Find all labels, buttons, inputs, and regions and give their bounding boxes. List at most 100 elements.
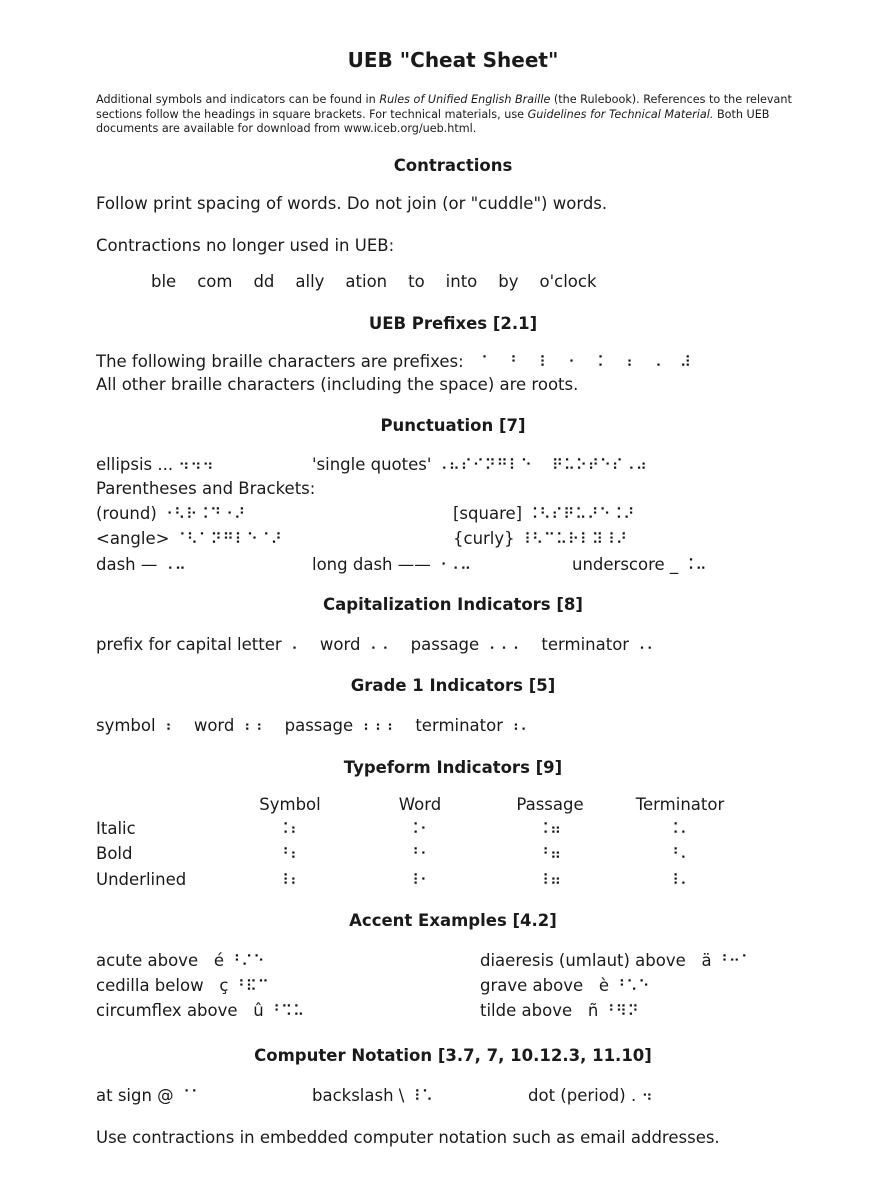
typeform-cell: ⠘⠶	[538, 845, 562, 863]
accent-braille: ⠘⠒⠁	[716, 952, 753, 970]
typeform-row-label: Italic	[96, 819, 136, 838]
grade1-heading: Grade 1 Indicators [5]	[350, 676, 556, 695]
typeform-heading: Typeform Indicators [9]	[343, 758, 563, 777]
cap-terminator-label: terminator	[541, 635, 630, 654]
g1-word-braille: ⠰⠰	[239, 717, 264, 735]
typeform-cell: ⠨⠶	[538, 820, 562, 838]
intro-paragraph: Additional symbols and indicators can be…	[96, 93, 826, 137]
accent-label: grave above	[480, 976, 584, 995]
guidelines-title: Guidelines for Technical Material.	[527, 107, 714, 121]
accent-label: tilde above	[480, 1001, 573, 1020]
accents-heading: Accent Examples [4.2]	[349, 911, 557, 930]
g1-passage-braille: ⠰⠰⠰	[358, 717, 395, 735]
typeform-col-header: Symbol	[259, 795, 321, 814]
contraction-item: ation	[345, 272, 388, 291]
accent-label: circumflex above	[96, 1001, 238, 1020]
page-title: UEB "Cheat Sheet"	[347, 48, 559, 72]
long-dash-row: long dash —— ⠐⠠⠤	[312, 555, 472, 574]
prefixes-text: The following braille characters are pre…	[96, 352, 464, 371]
accent-braille: ⠘⠩⠥	[269, 1002, 305, 1020]
contraction-item: com	[197, 272, 233, 291]
accent-label: diaeresis (umlaut) above	[480, 951, 686, 970]
underscore-braille: ⠨⠤	[683, 556, 708, 574]
computer-braille: ⠈⠁	[178, 1087, 203, 1105]
round-braille: ⠐⠣⠗⠨⠙⠐⠜	[162, 505, 246, 523]
accent-char: ä	[701, 951, 712, 970]
contractions-heading: Contractions	[393, 156, 513, 175]
computer-label: backslash \	[312, 1086, 405, 1105]
g1-symbol-braille: ⠰	[160, 717, 173, 735]
accent-braille: ⠘⠻⠝	[603, 1002, 640, 1020]
single-quotes-label: 'single quotes'	[312, 455, 432, 474]
curly-label: {curly}	[453, 529, 515, 548]
typeform-cell: ⠸⠶	[538, 871, 562, 889]
contraction-item: dd	[253, 272, 275, 291]
contraction-item: to	[408, 272, 425, 291]
cap-passage-braille: ⠠⠠⠠	[484, 636, 521, 654]
g1-terminator-label: terminator	[415, 716, 504, 735]
long-dash-label: long dash ——	[312, 555, 431, 574]
braille-cell: ⠰	[621, 353, 651, 371]
grade1-row: symbol ⠰ word ⠰⠰ passage ⠰⠰⠰ terminator …	[96, 716, 532, 735]
computer-item: dot (period) . ⠲	[528, 1086, 653, 1105]
round-row: (round) ⠐⠣⠗⠨⠙⠐⠜	[96, 504, 246, 523]
dash-braille: ⠠⠤	[162, 556, 187, 574]
accent-braille: ⠘⠯⠉	[233, 977, 270, 995]
contraction-item: ble	[151, 272, 177, 291]
accent-row: acute above é ⠘⠌⠑	[96, 951, 265, 970]
round-label: (round)	[96, 504, 157, 523]
underscore-label: underscore _	[572, 555, 679, 574]
dash-row: dash — ⠠⠤	[96, 555, 187, 574]
accent-char: ç	[219, 976, 229, 995]
computer-item: backslash \ ⠸⠡	[312, 1086, 434, 1105]
angle-label: <angle>	[96, 529, 170, 548]
curly-row: {curly} ⠸⠣⠉⠥⠗⠇⠽⠸⠜	[453, 529, 628, 548]
underscore-row: underscore _ ⠨⠤	[572, 555, 707, 574]
no-longer-list: ble com dd ally ation to into by o'clock	[151, 272, 597, 291]
accent-row: tilde above ñ ⠘⠻⠝	[480, 1001, 640, 1020]
prefixes-line2: All other braille characters (including …	[96, 375, 579, 394]
cap-terminator-braille: ⠠⠄	[634, 636, 659, 654]
prefix-cells: ⠈⠘⠸⠐⠨⠰⠠⠼	[477, 353, 709, 371]
single-quotes-braille-1: ⠠⠦⠎⠊⠝⠛⠇⠑	[436, 456, 533, 474]
parens-label: Parentheses and Brackets:	[96, 479, 316, 498]
square-row: [square] ⠨⠣⠎⠟⠥⠜⠑⠨⠜	[453, 504, 635, 523]
computer-heading: Computer Notation [3.7, 7, 10.12.3, 11.1…	[254, 1046, 652, 1065]
braille-cell: ⠼	[679, 353, 709, 371]
computer-braille: ⠲	[641, 1087, 654, 1105]
computer-braille: ⠸⠡	[409, 1087, 434, 1105]
typeform-row-label: Underlined	[96, 870, 187, 889]
typeform-cell: ⠸⠆	[278, 871, 302, 889]
typeform-col-header: Passage	[516, 795, 584, 814]
accent-label: cedilla below	[96, 976, 204, 995]
typeform-row-label: Bold	[96, 844, 133, 863]
accent-row: cedilla below ç ⠘⠯⠉	[96, 976, 270, 995]
prefixes-line1: The following braille characters are pre…	[96, 352, 709, 371]
long-dash-braille: ⠐⠠⠤	[436, 556, 472, 574]
g1-word-label: word	[193, 716, 235, 735]
prefixes-heading: UEB Prefixes [2.1]	[368, 314, 538, 333]
cap-prefix-braille: ⠠	[286, 636, 299, 654]
braille-cell: ⠨	[592, 353, 622, 371]
typeform-col-header: Terminator	[635, 795, 725, 814]
typeform-cell: ⠨⠂	[408, 820, 432, 838]
accent-char: é	[213, 951, 225, 970]
contraction-item: by	[498, 272, 519, 291]
braille-cell: ⠐	[563, 353, 593, 371]
no-longer-label: Contractions no longer used in UEB:	[96, 236, 395, 255]
g1-passage-label: passage	[284, 716, 354, 735]
cap-passage-label: passage	[410, 635, 480, 654]
typeform-cell: ⠨⠆	[278, 820, 302, 838]
g1-symbol-label: symbol	[96, 716, 156, 735]
cap-word-braille: ⠠⠠	[365, 636, 390, 654]
accent-braille: ⠘⠡⠑	[614, 977, 651, 995]
punctuation-heading: Punctuation [7]	[380, 416, 526, 435]
typeform-cell: ⠨⠄	[668, 820, 692, 838]
braille-cell: ⠠	[650, 353, 680, 371]
angle-braille: ⠈⠣⠁⠝⠛⠇⠑⠈⠜	[174, 530, 283, 548]
g1-terminator-braille: ⠰⠄	[508, 717, 533, 735]
single-quotes-braille-2: ⠟⠥⠕⠞⠑⠎⠠⠴	[551, 456, 648, 474]
typeform-cell: ⠸⠂	[408, 871, 432, 889]
single-quotes-row: 'single quotes' ⠠⠦⠎⠊⠝⠛⠇⠑ ⠟⠥⠕⠞⠑⠎⠠⠴	[312, 455, 648, 474]
computer-label: dot (period) .	[528, 1086, 637, 1105]
